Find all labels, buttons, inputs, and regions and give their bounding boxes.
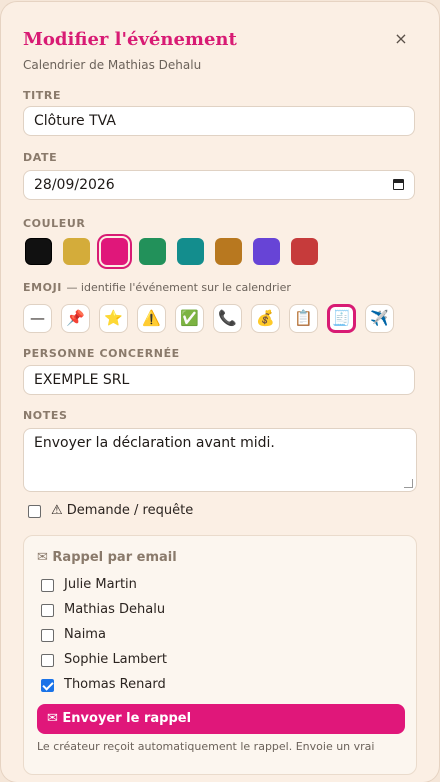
emoji-option-money-bag[interactable]: 💰 [251, 304, 280, 333]
recipient-name: Sophie Lambert [64, 652, 168, 667]
edit-event-modal: Modifier l'événement × Calendrier de Mat… [1, 2, 439, 782]
emoji-label-text: Emoji [23, 281, 62, 294]
title-label: Titre [23, 89, 62, 102]
person-label: Personne concernée [23, 347, 180, 360]
recipient-checkbox[interactable] [41, 654, 54, 667]
emoji-hint: — identifie l'événement sur le calendrie… [66, 281, 291, 294]
recipient-checkbox[interactable] [41, 604, 54, 617]
recipient-name: Thomas Renard [64, 677, 166, 692]
title-input[interactable]: Clôture TVA [23, 106, 415, 136]
color-swatch-black[interactable] [25, 238, 52, 265]
notes-text: Envoyer la déclaration avant midi. [34, 435, 275, 451]
recipient-name: Julie Martin [64, 577, 137, 592]
recipient-checkbox[interactable] [41, 629, 54, 642]
emoji-option-pin[interactable]: 📌 [61, 304, 90, 333]
emoji-option-receipt[interactable]: 🧾 [327, 304, 356, 333]
emoji-option-phone[interactable]: 📞 [213, 304, 242, 333]
notes-textarea[interactable]: Envoyer la déclaration avant midi. [23, 428, 417, 492]
color-swatch-pink[interactable] [101, 238, 128, 265]
recipient-checkbox[interactable] [41, 579, 54, 592]
date-value: 28/09/2026 [34, 177, 115, 193]
resize-handle[interactable] [404, 479, 413, 488]
emoji-option-warning[interactable]: ⚠️ [137, 304, 166, 333]
modal-title: Modifier l'événement [23, 29, 237, 50]
send-reminder-button[interactable]: ✉ Envoyer le rappel [37, 704, 405, 734]
emoji-option-clipboard[interactable]: 📋 [289, 304, 318, 333]
emoji-option-check[interactable]: ✅ [175, 304, 204, 333]
close-icon[interactable]: × [391, 29, 411, 49]
notes-label: Notes [23, 409, 68, 422]
email-reminder-panel: ✉ Rappel par email Julie Martin Mathias D… [23, 535, 417, 775]
request-checkbox[interactable] [28, 505, 41, 518]
emoji-option-airplane[interactable]: ✈️ [365, 304, 394, 333]
recipient-checkbox[interactable] [41, 679, 54, 692]
date-label: Date [23, 151, 58, 164]
color-swatch-teal[interactable] [177, 238, 204, 265]
calendar-icon[interactable] [393, 179, 404, 190]
color-swatch-violet[interactable] [253, 238, 280, 265]
emoji-label: Emoji — identifie l'événement sur le cal… [23, 281, 291, 294]
color-swatch-green[interactable] [139, 238, 166, 265]
color-swatch-gold[interactable] [63, 238, 90, 265]
color-swatch-red[interactable] [291, 238, 318, 265]
color-swatch-ochre[interactable] [215, 238, 242, 265]
emoji-option-none[interactable]: — [23, 304, 52, 333]
date-input[interactable]: 28/09/2026 [23, 170, 415, 200]
reminder-note: Le créateur reçoit automatiquement le ra… [37, 740, 375, 753]
recipient-name: Mathias Dehalu [64, 602, 166, 617]
emoji-option-star[interactable]: ⭐ [99, 304, 128, 333]
request-label: ⚠ Demande / requête [51, 503, 194, 518]
reminder-title: ✉ Rappel par email [37, 550, 177, 565]
recipient-name: Naima [64, 627, 106, 642]
color-label: Couleur [23, 217, 86, 230]
person-input[interactable]: EXEMPLE SRL [23, 365, 415, 395]
modal-subtitle: Calendrier de Mathias Dehalu [23, 58, 202, 72]
